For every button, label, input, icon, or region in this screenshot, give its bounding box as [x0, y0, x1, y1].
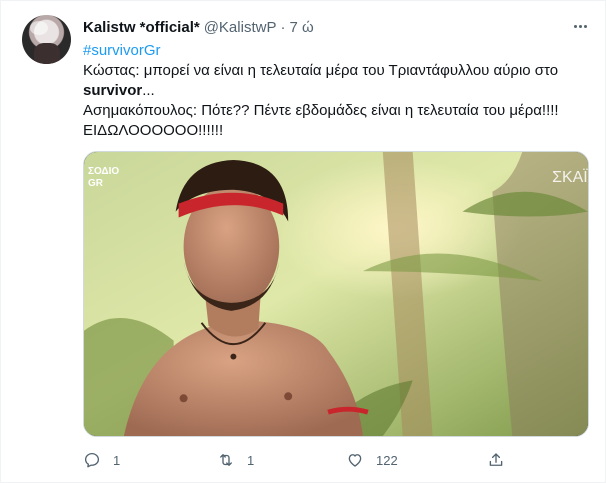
overlay-label-bottom: GR — [88, 178, 103, 189]
header-separator: · — [280, 18, 286, 36]
retweet-icon — [220, 454, 232, 466]
tweet-timestamp[interactable]: 7 ώ — [289, 19, 313, 36]
tweet-text: #survivorGr Κώστας: μπορεί να είναι η τε… — [83, 41, 595, 141]
like-count: 122 — [376, 452, 398, 468]
author-handle[interactable]: @KalistwP — [204, 19, 277, 36]
tweet-text-line-4: ΕΙΔΩΛΟΟΟΟΟΟ!!!!!! — [83, 122, 224, 139]
person-chest-mark — [179, 394, 188, 403]
tweet-text-line-3: Ασημακόπουλος: Πότε?? Πέντε εβδομάδες εί… — [83, 102, 559, 119]
more-dot — [583, 24, 587, 28]
media-image: ΣΟΔΙΟ GR ΣΚΑΪ — [84, 152, 588, 436]
person-chest-mark — [284, 392, 293, 401]
tweet-text-line-1: Κώστας: μπορεί να είναι η τελευταία μέρα… — [83, 62, 559, 79]
reply-icon — [84, 452, 100, 468]
channel-logo: ΣΚΑΪ — [552, 168, 588, 186]
more-dot — [573, 24, 577, 28]
more-dot — [578, 24, 582, 28]
hashtag-link[interactable]: #survivorGr — [83, 41, 595, 61]
tweet-text-line-2: survivor... — [83, 81, 595, 101]
retweet-button[interactable]: 1 — [217, 450, 254, 470]
avatar-figure — [34, 43, 60, 64]
share-icon — [489, 453, 503, 466]
author-display-name[interactable]: Kalistw *official* — [83, 19, 200, 36]
tweet-header: Kalistw *official* @KalistwP · 7 ώ — [83, 17, 314, 37]
like-button[interactable]: 122 — [346, 450, 398, 470]
tweet-card[interactable]: Kalistw *official* @KalistwP · 7 ώ #surv… — [0, 0, 606, 483]
overlay-label-top: ΣΟΔΙΟ — [88, 166, 119, 177]
reply-button[interactable]: 1 — [83, 450, 120, 470]
avatar-highlight — [30, 21, 48, 35]
share-button[interactable] — [487, 450, 505, 470]
necklace-pendant — [230, 353, 237, 360]
tweet-bold-keyword: survivor — [83, 82, 143, 99]
more-options-icon[interactable] — [569, 15, 591, 37]
tweet-actions: 1 1 122 — [83, 450, 513, 470]
tweet-media[interactable]: ΣΟΔΙΟ GR ΣΚΑΪ — [83, 151, 589, 437]
heart-icon — [348, 454, 362, 467]
avatar[interactable] — [22, 15, 71, 64]
retweet-count: 1 — [247, 452, 255, 468]
tweet-ellipsis: ... — [142, 82, 155, 99]
reply-count: 1 — [113, 452, 121, 468]
